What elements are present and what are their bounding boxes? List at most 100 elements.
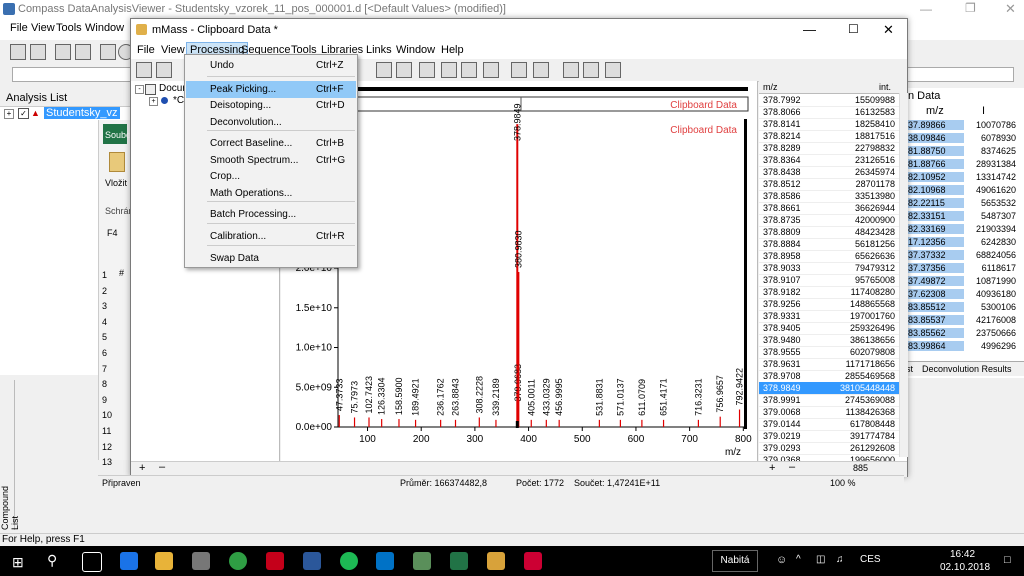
cell-ref[interactable]: F4 [107,228,118,238]
excel-row-number[interactable]: 4 [102,317,107,327]
tree-expand-icon[interactable]: + [149,97,158,106]
right-data-row[interactable]: 38.09846 6078930 [906,133,1018,144]
right-data-row[interactable]: 83.99864 4996296 [906,341,1018,352]
close-icon[interactable]: ✕ [1005,1,1016,17]
excel-row-number[interactable]: 12 [102,442,112,452]
right-data-row[interactable]: 82.33151 5487307 [906,211,1018,222]
edge-icon[interactable] [120,552,138,570]
explorer-icon[interactable] [155,552,173,570]
tree-collapse-icon[interactable]: - [135,85,144,94]
restore-icon[interactable]: ❐ [965,1,976,15]
col-int[interactable]: int. [879,82,891,92]
spotify-icon[interactable] [340,552,358,570]
menu-item-crop[interactable]: Crop... [186,168,356,185]
mm-prot-icon[interactable] [533,62,549,78]
excel-row-number[interactable]: 11 [102,426,111,436]
remove-icon[interactable]: – [159,461,165,473]
right-data-row[interactable]: 37.37332 68824056 [906,250,1018,261]
right-data-row[interactable]: 17.12356 6242830 [906,237,1018,248]
mm-export-icon[interactable] [605,62,621,78]
store-icon[interactable] [192,552,210,570]
menu-item-deconvolution[interactable]: Deconvolution... [186,114,356,131]
col-mz[interactable]: m/z [763,82,778,92]
print-icon[interactable] [55,44,71,60]
right-data-row[interactable]: 37.49872 10871990 [906,276,1018,287]
tray-chevron-icon[interactable]: ^ [796,554,801,565]
right-data-row[interactable]: 82.33169 21903394 [906,224,1018,235]
mm-save-icon[interactable] [156,62,172,78]
excel-row-number[interactable]: 6 [102,348,107,358]
excel-row-number[interactable]: 3 [102,301,107,311]
save-icon[interactable] [30,44,46,60]
mm-edit-icon[interactable] [563,62,579,78]
right-data-row[interactable]: 83.85537 42176008 [906,315,1018,326]
right-data-row[interactable]: 82.22115 5653532 [906,198,1018,209]
paste-icon[interactable] [109,152,125,172]
word-icon[interactable] [303,552,321,570]
compound-list-label[interactable]: Compound List [0,470,20,530]
battery-status[interactable]: Nabitá [712,550,758,572]
chrome-icon[interactable] [229,552,247,570]
search-taskbar-icon[interactable]: ⚲ [47,552,57,569]
copy-icon[interactable] [75,44,91,60]
mm-dollar-icon[interactable] [583,62,599,78]
right-data-row[interactable]: 37.37356 6118617 [906,263,1018,274]
mm-open-icon[interactable] [136,62,152,78]
excel-icon[interactable] [450,552,468,570]
outlook-icon[interactable] [376,552,394,570]
right-col-i[interactable]: I [982,105,985,117]
people-icon[interactable]: ☺ [776,554,787,566]
menu-tools[interactable]: Tools [56,22,82,34]
right-data-row[interactable]: 37.89866 10070786 [906,120,1018,131]
excel-tab-label[interactable]: Soubo [105,130,131,140]
start-icon[interactable]: ⊞ [12,554,24,571]
menu-item-calibration[interactable]: Calibration... Ctrl+R [186,228,356,245]
minimize-icon[interactable]: — [920,2,932,16]
right-data-row[interactable]: 83.85562 23750666 [906,328,1018,339]
mmass-menu-window[interactable]: Window [396,44,435,56]
excel-row-number[interactable]: 7 [102,364,107,374]
right-data-row[interactable]: 83.85512 5300106 [906,302,1018,313]
photos-icon[interactable] [413,552,431,570]
excel-row-number[interactable]: 10 [102,410,112,420]
excel-row-number[interactable]: 1 [102,270,107,280]
menu-item-peak-picking[interactable]: Peak Picking... Ctrl+F [186,81,356,98]
dataanalysis-task-icon[interactable] [524,552,542,570]
mmass-menu-view[interactable]: View [161,44,185,56]
right-data-row[interactable]: 37.62308 40936180 [906,289,1018,300]
mm-bracket-icon[interactable] [511,62,527,78]
mmass-menu-help[interactable]: Help [441,44,464,56]
task-view-icon[interactable] [82,552,102,572]
menu-item-deisotoping[interactable]: Deisotoping... Ctrl+D [186,97,356,114]
mm-compare-icon[interactable] [461,62,477,78]
peak-list-scrollbar[interactable] [899,93,908,457]
menu-item-swap-data[interactable]: Swap Data [186,250,356,267]
acrobat-icon[interactable] [266,552,284,570]
clock-time[interactable]: 16:42 [950,549,975,560]
excel-row-number[interactable]: 9 [102,395,107,405]
tab-deconvolution[interactable]: Deconvolution Results [922,364,1012,374]
menu-item-math-operations[interactable]: Math Operations... [186,185,356,202]
paste-label[interactable]: Vložit [105,178,127,188]
menu-view[interactable]: View [31,22,55,34]
tree-child-label[interactable]: *C [173,95,184,106]
clock-date[interactable]: 02.10.2018 [940,562,990,573]
menu-item-undo[interactable]: Undo Ctrl+Z [186,57,356,74]
language-indicator[interactable]: CES [860,554,881,565]
volume-icon[interactable]: ♫ [836,554,844,565]
right-data-row[interactable]: 81.88750 8374625 [906,146,1018,157]
list-add-icon[interactable]: + [769,462,775,474]
right-data-row[interactable]: 81.88766 28931384 [906,159,1018,170]
expand-icon[interactable]: + [4,109,14,119]
excel-row-number[interactable]: 8 [102,379,107,389]
list-remove-icon[interactable]: – [789,461,795,473]
menu-item-correct-baseline[interactable]: Correct Baseline... Ctrl+B [186,135,356,152]
excel-row-number[interactable]: 2 [102,286,107,296]
add-icon[interactable]: + [139,462,145,474]
mmass-task-icon[interactable] [487,552,505,570]
right-data-row[interactable]: 82.10968 49061620 [906,185,1018,196]
mmass-maximize-icon[interactable]: ☐ [848,22,859,36]
analysis-item[interactable]: Studentsky_vz [44,107,120,119]
mm-filter-icon[interactable] [376,62,392,78]
notifications-icon[interactable]: □ [1004,554,1011,566]
